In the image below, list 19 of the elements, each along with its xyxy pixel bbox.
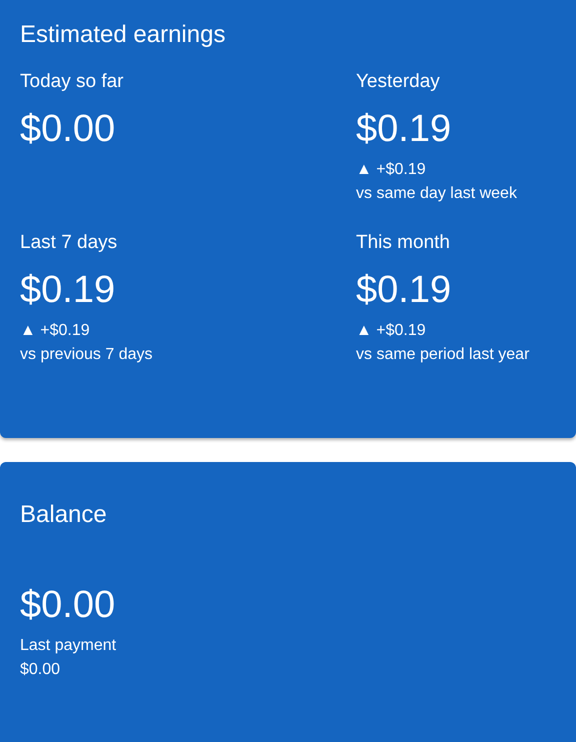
metric-comparison: vs same day last week <box>356 184 517 204</box>
metric-amount: $0.00 <box>20 107 116 152</box>
last-payment-label: Last payment <box>20 636 118 656</box>
metric-comparison: vs same period last year <box>356 345 530 365</box>
metric-change: ▲ +$0.19 <box>356 321 426 341</box>
metric-comparison: vs previous 7 days <box>20 345 153 365</box>
balance-amount: $0.00 <box>20 583 116 628</box>
metric-label: Yesterday <box>356 70 440 94</box>
metric-amount: $0.19 <box>356 268 452 313</box>
card-title: Estimated earnings <box>20 20 226 50</box>
metric-label: Last 7 days <box>20 231 118 255</box>
metric-change: ▲ +$0.19 <box>356 160 426 180</box>
metric-change: ▲ +$0.19 <box>20 321 90 341</box>
metric-amount: $0.19 <box>356 107 452 152</box>
metric-amount: $0.19 <box>20 268 116 313</box>
metric-label: This month <box>356 231 450 255</box>
metric-label: Today so far <box>20 70 124 94</box>
last-payment-amount: $0.00 <box>20 660 62 680</box>
card-title: Balance <box>20 500 108 530</box>
